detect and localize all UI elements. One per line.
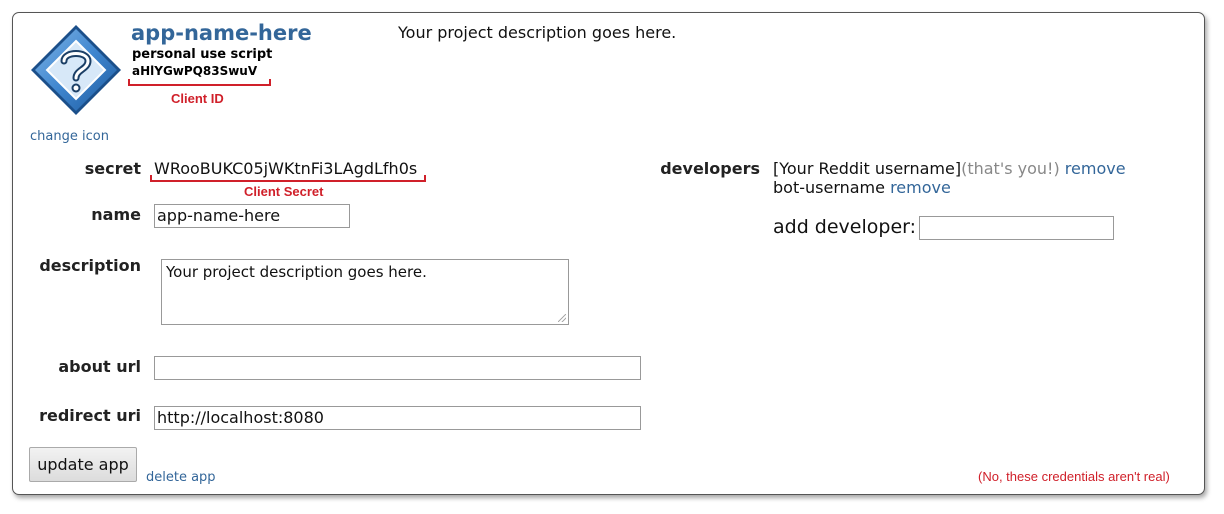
delete-app-link[interactable]: delete app <box>146 470 216 485</box>
name-label: name <box>91 205 141 224</box>
about-url-label: about url <box>58 357 141 376</box>
add-developer-input[interactable] <box>919 216 1114 240</box>
client-id-value: aHlYGwPQ83SwuV <box>132 64 258 78</box>
developer-row: bot-username remove <box>773 178 951 197</box>
disclaimer-annotation: (No, these credentials aren't real) <box>978 469 1170 484</box>
developers-label: developers <box>660 159 760 178</box>
client-id-bracket <box>128 79 271 86</box>
app-card: app-name-here personal use script aHlYGw… <box>12 12 1205 495</box>
developer-name: [Your Reddit username] <box>773 159 962 178</box>
question-mark-diamond-icon <box>29 23 123 117</box>
app-name: app-name-here <box>131 21 312 45</box>
description-text: Your project description goes here. <box>166 263 427 281</box>
client-secret-bracket <box>150 175 426 182</box>
developer-note: (that's you!) <box>961 159 1060 178</box>
description-textarea[interactable]: Your project description goes here. <box>161 259 569 325</box>
resize-grip-icon[interactable] <box>558 314 566 322</box>
add-developer-label: add developer: <box>773 216 917 238</box>
secret-label: secret <box>84 159 141 178</box>
client-secret-annotation: Client Secret <box>244 184 324 199</box>
name-input[interactable]: app-name-here <box>154 204 350 228</box>
client-id-annotation: Client ID <box>171 91 224 106</box>
remove-developer-link[interactable]: remove <box>1065 159 1126 178</box>
redirect-uri-label: redirect uri <box>39 406 141 425</box>
redirect-uri-input[interactable]: http://localhost:8080 <box>154 406 641 430</box>
update-app-button[interactable]: update app <box>29 447 137 482</box>
change-icon-link[interactable]: change icon <box>30 129 109 144</box>
developer-name: bot-username <box>773 178 885 197</box>
remove-developer-link[interactable]: remove <box>890 178 951 197</box>
description-label: description <box>39 256 141 275</box>
app-type: personal use script <box>132 47 273 62</box>
developer-row: [Your Reddit username](that's you!) remo… <box>773 159 1126 178</box>
about-url-input[interactable] <box>154 356 641 380</box>
header-description: Your project description goes here. <box>398 23 677 42</box>
